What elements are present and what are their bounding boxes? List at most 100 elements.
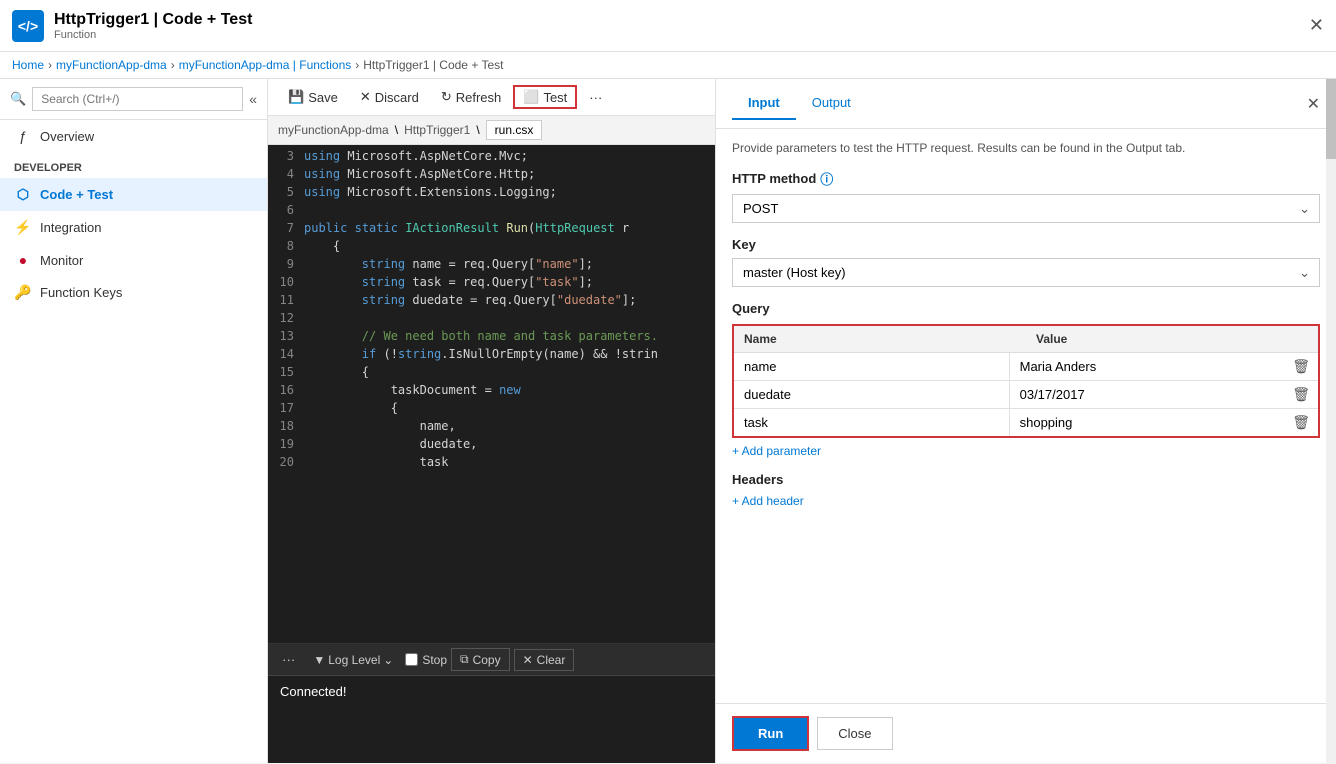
connected-message: Connected! bbox=[280, 684, 347, 699]
line-code: taskDocument = new bbox=[304, 383, 715, 397]
scrollbar-thumb[interactable] bbox=[1326, 79, 1336, 159]
key-select[interactable]: master (Host key) default custom bbox=[732, 258, 1320, 287]
main-container: 🔍 « ƒ Overview Developer ⬡ Code + Test ⚡… bbox=[0, 79, 1336, 763]
code-line: 15 { bbox=[268, 365, 715, 383]
breadcrumb-home[interactable]: Home bbox=[12, 58, 44, 72]
chevron-down-icon: ⌄ bbox=[383, 653, 393, 667]
function-keys-icon: 🔑 bbox=[14, 284, 32, 301]
line-number: 10 bbox=[268, 275, 304, 289]
line-code: duedate, bbox=[304, 437, 715, 451]
stop-checkbox-label: Stop bbox=[405, 653, 447, 667]
sidebar-item-overview[interactable]: ƒ Overview bbox=[0, 120, 267, 152]
delete-row-1-button[interactable]: 🗑 bbox=[1284, 382, 1318, 407]
line-code: if (!string.IsNullOrEmpty(name) && !stri… bbox=[304, 347, 715, 361]
close-button[interactable]: Close bbox=[817, 717, 892, 750]
line-number: 5 bbox=[268, 185, 304, 199]
run-button[interactable]: Run bbox=[732, 716, 809, 751]
test-icon: ⬜ bbox=[523, 89, 539, 105]
refresh-button[interactable]: ↻ Refresh bbox=[431, 85, 511, 109]
sidebar-item-monitor[interactable]: ● Monitor bbox=[0, 244, 267, 276]
delete-row-0-button[interactable]: 🗑 bbox=[1284, 354, 1318, 379]
right-panel-tabs: Input Output bbox=[732, 87, 867, 120]
line-number: 3 bbox=[268, 149, 304, 163]
code-line: 8 { bbox=[268, 239, 715, 257]
save-button[interactable]: 💾 Save bbox=[278, 85, 348, 109]
log-more-button[interactable]: ··· bbox=[276, 648, 301, 671]
file-tab-run[interactable]: run.csx bbox=[486, 120, 543, 140]
more-options-button[interactable]: ··· bbox=[579, 86, 612, 109]
code-line: 16 taskDocument = new bbox=[268, 383, 715, 401]
line-code: { bbox=[304, 239, 715, 253]
query-table-header: Name Value bbox=[734, 326, 1318, 353]
http-method-label: HTTP method ⓘ bbox=[732, 169, 1320, 188]
search-icon: 🔍 bbox=[10, 91, 26, 107]
line-number: 13 bbox=[268, 329, 304, 343]
log-panel: ··· ▼ Log Level ⌄ Stop ⧉ Copy ✕ Clear bbox=[268, 643, 715, 763]
sidebar-item-function-keys[interactable]: 🔑 Function Keys bbox=[0, 276, 267, 309]
info-icon: ⓘ bbox=[820, 169, 833, 188]
log-toolbar: ··· ▼ Log Level ⌄ Stop ⧉ Copy ✕ Clear bbox=[268, 644, 715, 676]
line-code: string name = req.Query["name"]; bbox=[304, 257, 715, 271]
file-path-app: myFunctionApp-dma bbox=[278, 123, 389, 137]
query-value-2[interactable] bbox=[1010, 409, 1285, 436]
discard-button[interactable]: ✕ Discard bbox=[350, 85, 429, 109]
breadcrumb-functions[interactable]: myFunctionApp-dma | Functions bbox=[179, 58, 352, 72]
code-editor[interactable]: 3using Microsoft.AspNetCore.Mvc;4using M… bbox=[268, 145, 715, 643]
query-value-1[interactable] bbox=[1010, 381, 1285, 408]
monitor-icon: ● bbox=[14, 252, 32, 268]
search-bar: 🔍 « bbox=[0, 79, 267, 120]
line-number: 16 bbox=[268, 383, 304, 397]
line-code: using Microsoft.Extensions.Logging; bbox=[304, 185, 715, 199]
right-panel-body: Provide parameters to test the HTTP requ… bbox=[716, 129, 1336, 703]
line-number: 6 bbox=[268, 203, 304, 217]
clear-icon: ✕ bbox=[523, 653, 533, 667]
sidebar-item-code-test[interactable]: ⬡ Code + Test bbox=[0, 178, 267, 211]
sidebar-item-label: Function Keys bbox=[40, 285, 122, 300]
log-content: Connected! bbox=[268, 676, 715, 763]
code-line: 11 string duedate = req.Query["duedate"]… bbox=[268, 293, 715, 311]
add-header-link[interactable]: + Add header bbox=[732, 494, 804, 508]
query-name-2[interactable] bbox=[734, 409, 1010, 436]
tab-output[interactable]: Output bbox=[796, 87, 867, 120]
http-method-select[interactable]: POST GET PUT DELETE PATCH bbox=[732, 194, 1320, 223]
sidebar-item-label: Monitor bbox=[40, 253, 83, 268]
code-line: 3using Microsoft.AspNetCore.Mvc; bbox=[268, 149, 715, 167]
line-number: 9 bbox=[268, 257, 304, 271]
breadcrumb-app[interactable]: myFunctionApp-dma bbox=[56, 58, 167, 72]
add-parameter-link[interactable]: + Add parameter bbox=[732, 444, 821, 458]
clear-label: Clear bbox=[537, 653, 566, 667]
query-value-0[interactable] bbox=[1010, 353, 1285, 380]
title-bar-close-button[interactable]: ✕ bbox=[1309, 15, 1324, 36]
log-level-button[interactable]: ▼ Log Level ⌄ bbox=[305, 650, 401, 670]
delete-row-2-button[interactable]: 🗑 bbox=[1284, 410, 1318, 435]
line-number: 20 bbox=[268, 455, 304, 469]
line-number: 11 bbox=[268, 293, 304, 307]
table-row: 🗑 bbox=[734, 381, 1318, 409]
right-panel-header: Input Output ✕ bbox=[716, 79, 1336, 129]
query-name-1[interactable] bbox=[734, 381, 1010, 408]
line-number: 17 bbox=[268, 401, 304, 415]
search-input[interactable] bbox=[32, 87, 243, 111]
path-sep2: \ bbox=[476, 123, 479, 137]
query-section: Query Name Value 🗑 bbox=[732, 301, 1320, 458]
tab-input[interactable]: Input bbox=[732, 87, 796, 120]
sidebar-item-label: Overview bbox=[40, 129, 94, 144]
right-panel-close-button[interactable]: ✕ bbox=[1307, 94, 1320, 114]
test-button[interactable]: ⬜ Test bbox=[513, 85, 577, 109]
code-line: 5using Microsoft.Extensions.Logging; bbox=[268, 185, 715, 203]
sidebar-item-integration[interactable]: ⚡ Integration bbox=[0, 211, 267, 244]
scrollbar-track bbox=[1326, 79, 1336, 763]
sidebar-collapse-button[interactable]: « bbox=[249, 91, 257, 107]
developer-section-label: Developer bbox=[0, 152, 267, 178]
refresh-label: Refresh bbox=[456, 90, 502, 105]
query-name-0[interactable] bbox=[734, 353, 1010, 380]
col-name-header: Name bbox=[734, 326, 1026, 352]
clear-button[interactable]: ✕ Clear bbox=[514, 649, 575, 671]
sidebar-item-label: Integration bbox=[40, 220, 101, 235]
stop-checkbox[interactable] bbox=[405, 653, 418, 666]
copy-button[interactable]: ⧉ Copy bbox=[451, 648, 510, 671]
key-group: Key master (Host key) default custom bbox=[732, 237, 1320, 287]
discard-label: Discard bbox=[375, 90, 419, 105]
discard-icon: ✕ bbox=[360, 89, 371, 105]
code-line: 10 string task = req.Query["task"]; bbox=[268, 275, 715, 293]
